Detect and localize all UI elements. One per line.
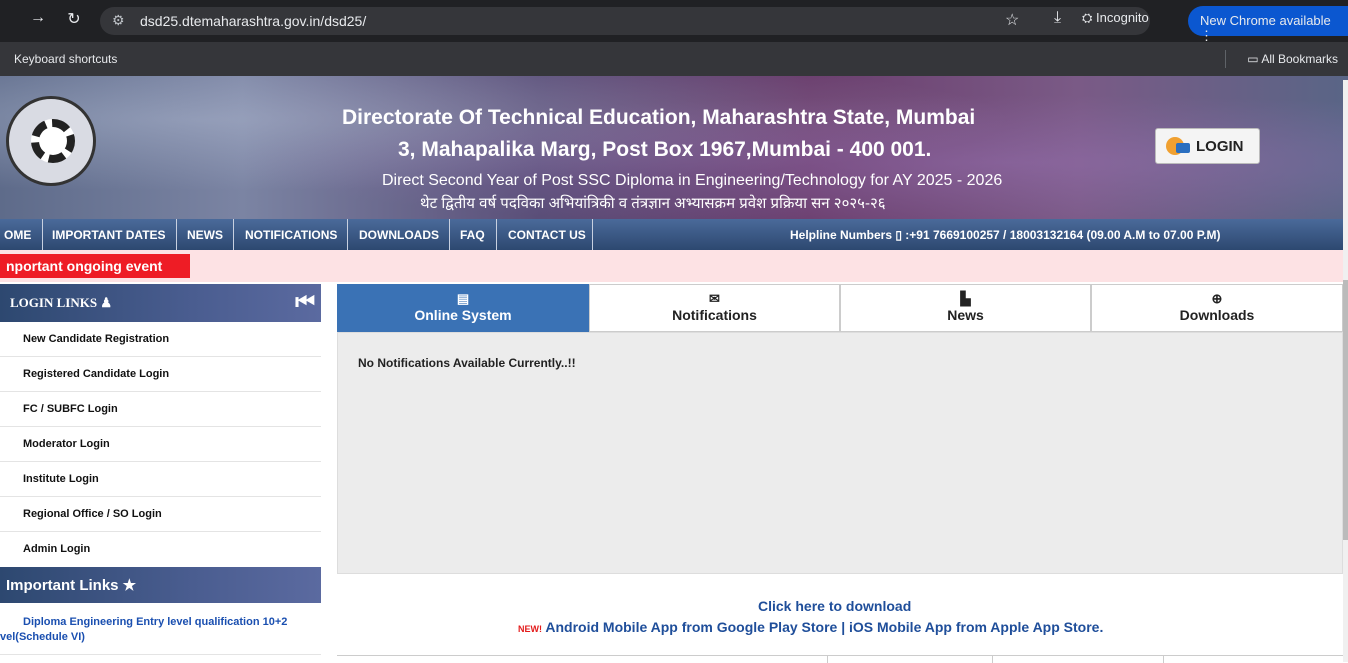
collapse-sidebar-icon[interactable]: ⏮ <box>295 289 315 315</box>
sidebar-item-fc-subfc-login[interactable]: FC / SUBFC Login <box>0 392 321 427</box>
content-tabs: ▤ Online System ✉ Notifications ▙ News ⊕… <box>337 284 1343 332</box>
tab-label: Notifications <box>672 307 757 323</box>
sidebar-item-registered-login[interactable]: Registered Candidate Login <box>0 357 321 392</box>
ticker-label: nportant ongoing event <box>0 254 190 278</box>
nav-contact-us[interactable]: CONTACT US <box>508 228 586 242</box>
incognito-indicator[interactable]: ⛭ Incognito <box>1082 10 1149 26</box>
download-circle-icon: ⊕ <box>1211 291 1223 306</box>
document-icon: ▙ <box>960 291 971 306</box>
new-badge: NEW! <box>518 624 542 634</box>
envelope-icon: ✉ <box>709 291 720 306</box>
tab-notifications[interactable]: ✉ Notifications <box>589 284 840 332</box>
tab-downloads[interactable]: ⊕ Downloads <box>1091 284 1343 332</box>
app-download-links: NEW! Android Mobile App from Google Play… <box>518 619 1103 635</box>
forward-icon[interactable]: → <box>26 9 50 27</box>
login-links-title: LOGIN LINKS <box>10 295 98 310</box>
banner-address: 3, Mahapalika Marg, Post Box 1967,Mumbai… <box>398 138 932 161</box>
helpline-numbers: Helpline Numbers ▯ :+91 7669100257 / 180… <box>790 228 1221 242</box>
sidebar-item-moderator-login[interactable]: Moderator Login <box>0 427 321 462</box>
sidebar-item-institute-login[interactable]: Institute Login <box>0 462 321 497</box>
nav-divider <box>176 219 177 250</box>
sidebar-item-admin-login[interactable]: Admin Login <box>0 532 321 567</box>
key-icon <box>1176 143 1190 153</box>
nav-divider <box>42 219 43 250</box>
tab-label: Online System <box>414 307 512 323</box>
nav-home[interactable]: OME <box>4 228 31 242</box>
sidebar-item-regional-office-login[interactable]: Regional Office / SO Login <box>0 497 321 532</box>
main-nav: OME IMPORTANT DATES NEWS NOTIFICATIONS D… <box>0 219 1348 250</box>
login-label: LOGIN <box>1196 138 1244 155</box>
keyboard-shortcuts-bookmark[interactable]: Keyboard shortcuts <box>14 52 117 66</box>
nav-important-dates[interactable]: IMPORTANT DATES <box>52 228 166 242</box>
tab-panel: No Notifications Available Currently..!! <box>337 332 1343 574</box>
nav-news[interactable]: NEWS <box>187 228 223 242</box>
important-link-line2: vel(Schedule VI) <box>0 631 85 643</box>
bookmark-star-icon[interactable]: ☆ <box>1005 10 1019 30</box>
banner-course-marathi: थेट द्वितीय वर्ष पदविका अभियांत्रिकी व त… <box>420 195 886 212</box>
no-notifications-message: No Notifications Available Currently..!! <box>358 356 576 370</box>
banner-course: Direct Second Year of Post SSC Diploma i… <box>382 172 1003 189</box>
event-ticker: nportant ongoing event <box>0 250 1348 282</box>
nav-divider <box>347 219 348 250</box>
site-info-icon[interactable]: ⚙ <box>112 12 125 29</box>
user-icon: ♟ <box>100 295 112 310</box>
important-link-diploma-entry[interactable]: Diploma Engineering Entry level qualific… <box>0 603 321 655</box>
address-bar[interactable]: ⚙ dsd25.dtemaharashtra.gov.in/dsd25/ <box>100 7 1150 35</box>
nav-divider <box>233 219 234 250</box>
sidebar-item-new-registration[interactable]: New Candidate Registration <box>0 322 321 357</box>
nav-divider <box>496 219 497 250</box>
update-label: New Chrome available <box>1200 13 1331 28</box>
all-bookmarks-button[interactable]: ▭ All Bookmarks <box>1247 52 1338 66</box>
update-chrome-button[interactable]: New Chrome available ⋮ <box>1188 6 1348 43</box>
reload-icon[interactable]: ↻ <box>62 9 86 29</box>
incognito-label: Incognito <box>1096 10 1149 25</box>
url-text: dsd25.dtemaharashtra.gov.in/dsd25/ <box>140 13 367 29</box>
bookmarks-separator <box>1225 50 1226 68</box>
maharashtra-seal-logo <box>6 96 96 186</box>
nav-notifications[interactable]: NOTIFICATIONS <box>245 228 337 242</box>
all-bookmarks-label: All Bookmarks <box>1261 52 1338 66</box>
online-system-icon: ▤ <box>456 291 470 306</box>
download-heading[interactable]: Click here to download <box>758 598 911 614</box>
important-link-line1: Diploma Engineering Entry level qualific… <box>23 616 288 628</box>
scrollbar-thumb[interactable] <box>1343 280 1348 540</box>
gear-emblem-icon <box>31 119 75 163</box>
nav-divider <box>592 219 593 250</box>
bottom-table <box>337 655 1343 663</box>
nav-faq[interactable]: FAQ <box>460 228 485 242</box>
tab-label: News <box>947 307 984 323</box>
nav-divider <box>449 219 450 250</box>
login-button[interactable]: LOGIN <box>1155 128 1260 164</box>
tab-news[interactable]: ▙ News <box>840 284 1091 332</box>
browser-toolbar: → ↻ ⚙ dsd25.dtemaharashtra.gov.in/dsd25/… <box>0 0 1348 43</box>
nav-downloads[interactable]: DOWNLOADS <box>359 228 439 242</box>
download-icon[interactable]: ⤓ <box>1054 9 1061 27</box>
login-links-heading: LOGIN LINKS ♟ ⏮ <box>0 284 321 322</box>
page-scrollbar[interactable] <box>1343 80 1348 662</box>
banner-title: Directorate Of Technical Education, Maha… <box>342 106 976 129</box>
important-links-heading: Important Links ★ <box>0 567 321 603</box>
android-app-link[interactable]: Android Mobile App from Google Play Stor… <box>545 619 845 635</box>
ios-app-link[interactable]: iOS Mobile App from Apple App Store. <box>849 619 1103 635</box>
sidebar: LOGIN LINKS ♟ ⏮ New Candidate Registrati… <box>0 284 321 655</box>
tab-online-system[interactable]: ▤ Online System <box>337 284 589 332</box>
tab-label: Downloads <box>1179 307 1255 323</box>
bookmarks-bar: Keyboard shortcuts ▭ All Bookmarks <box>0 42 1348 76</box>
